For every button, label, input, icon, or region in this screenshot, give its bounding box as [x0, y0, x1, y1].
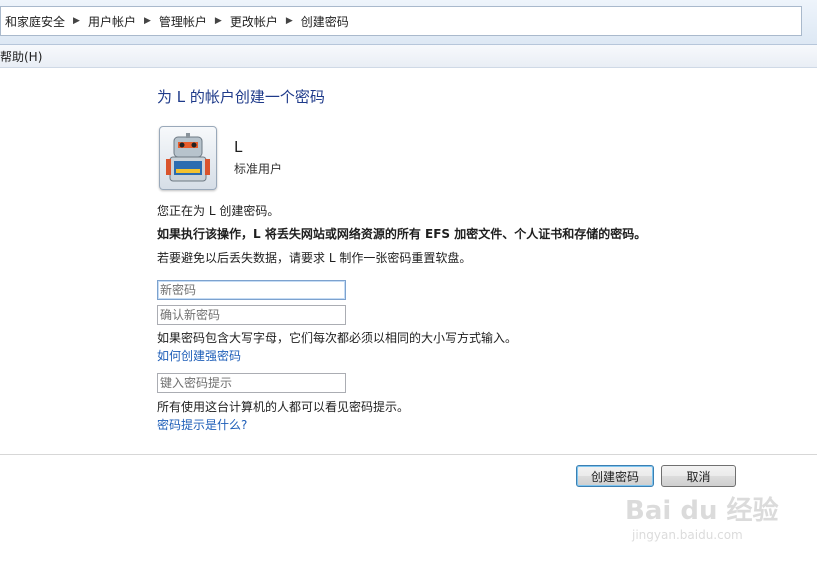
strong-password-link[interactable]: 如何创建强密码 [157, 347, 241, 364]
address-bar: 和家庭安全 ▶ 用户帐户 ▶ 管理帐户 ▶ 更改帐户 ▶ 创建密码 [0, 0, 817, 45]
robot-avatar-icon [166, 133, 210, 182]
new-password-field[interactable] [157, 280, 346, 300]
cancel-button[interactable]: 取消 [661, 465, 736, 487]
breadcrumb-item-manage-accounts[interactable]: 管理帐户 [155, 13, 211, 30]
main-content: 为 L 的帐户创建一个密码 L 标准用户 您正在为 L 创建密码。 如果执行该操… [0, 68, 817, 568]
breadcrumb-item-family-safety[interactable]: 和家庭安全 [1, 13, 69, 30]
breadcrumb-item-user-accounts[interactable]: 用户帐户 [84, 13, 140, 30]
menu-help[interactable]: 帮助(H) [0, 48, 42, 65]
confirm-password-field[interactable] [157, 305, 346, 325]
chevron-right-icon[interactable]: ▶ [69, 16, 84, 26]
hint-visibility-note: 所有使用这台计算机的人都可以看见密码提示。 [157, 400, 410, 414]
breadcrumb[interactable]: 和家庭安全 ▶ 用户帐户 ▶ 管理帐户 ▶ 更改帐户 ▶ 创建密码 [0, 6, 802, 36]
avatar [159, 126, 217, 190]
divider [0, 454, 817, 455]
case-sensitivity-note: 如果密码包含大写字母，它们每次都必须以相同的大小写方式输入。 [157, 331, 518, 345]
password-hint-field[interactable] [157, 373, 346, 393]
chevron-right-icon[interactable]: ▶ [140, 16, 155, 26]
breadcrumb-item-create-password[interactable]: 创建密码 [297, 13, 353, 30]
intro-text: 您正在为 L 创建密码。 [157, 204, 280, 218]
user-type: 标准用户 [234, 162, 283, 176]
warning-text: 如果执行该操作，L 将丢失网站或网络资源的所有 EFS 加密文件、个人证书和存储… [157, 227, 647, 241]
create-password-button[interactable]: 创建密码 [576, 465, 654, 487]
advice-text: 若要避免以后丢失数据，请要求 L 制作一张密码重置软盘。 [157, 251, 472, 265]
password-hint-help-link[interactable]: 密码提示是什么? [157, 416, 247, 433]
chevron-right-icon[interactable]: ▶ [282, 16, 297, 26]
page-title: 为 L 的帐户创建一个密码 [157, 88, 325, 106]
menu-bar: 帮助(H) [0, 45, 817, 68]
chevron-right-icon[interactable]: ▶ [211, 16, 226, 26]
user-name: L [234, 138, 243, 156]
breadcrumb-item-change-account[interactable]: 更改帐户 [226, 13, 282, 30]
